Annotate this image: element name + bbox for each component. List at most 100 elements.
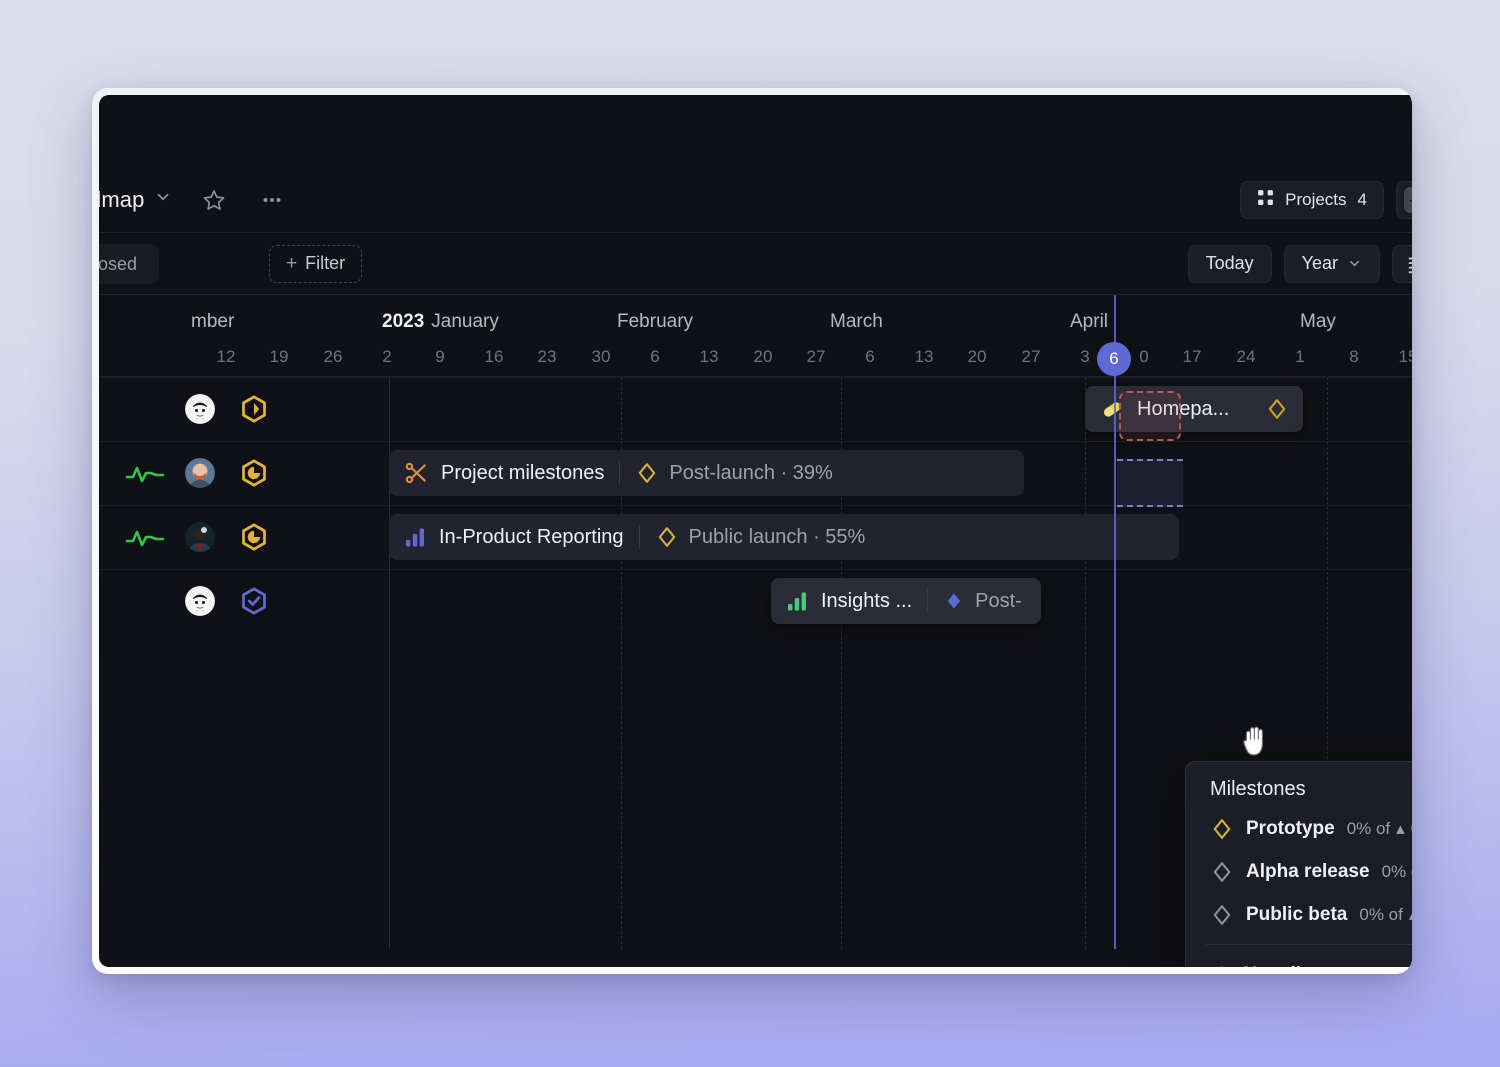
avatar[interactable] bbox=[185, 522, 215, 552]
plus-icon: + bbox=[286, 252, 298, 274]
project-title: Project milestones bbox=[441, 461, 605, 484]
triangle-icon: ▴ bbox=[1409, 905, 1412, 925]
chevron-down-icon[interactable] bbox=[154, 188, 172, 211]
timeline-month-label: 2023 January bbox=[382, 311, 499, 333]
timeline-header: mber 2023 January February March April May 12 19… bbox=[99, 295, 1412, 377]
app-window: dmap Projects 4 bbox=[92, 88, 1412, 974]
milestone-row-no-milestone[interactable]: No milestone 13% of ▴ 8 bbox=[1186, 953, 1412, 967]
add-filter-label: Filter bbox=[305, 253, 346, 273]
table-row[interactable] bbox=[99, 377, 297, 441]
project-bar[interactable]: Homepa... bbox=[1085, 386, 1303, 432]
triangle-icon: ▴ bbox=[1396, 818, 1405, 838]
diamond-outline-icon[interactable] bbox=[1265, 397, 1289, 421]
table-row[interactable] bbox=[99, 505, 297, 569]
milestones-popover-title: Milestones bbox=[1210, 778, 1306, 800]
today-marker[interactable]: 6 bbox=[1097, 342, 1131, 376]
projects-button[interactable]: Projects 4 bbox=[1240, 180, 1384, 219]
hexagon-started-icon[interactable] bbox=[239, 394, 269, 424]
milestone-row[interactable]: Public beta0% of▴028 Ap bbox=[1186, 893, 1412, 936]
milestone-row[interactable]: Prototype0% of▴012 Apr bbox=[1186, 807, 1412, 850]
timeline-day-tick: 1 bbox=[1295, 347, 1305, 366]
diamond-outline-icon bbox=[1210, 817, 1234, 841]
grid-dots-icon bbox=[1257, 189, 1274, 211]
milestone-progress: 0% of▴0 bbox=[1359, 905, 1412, 925]
timeline-day-tick: 19 bbox=[269, 347, 289, 366]
milestone-progress-text: 0% of bbox=[1381, 861, 1412, 881]
project-milestone-text: Public launch · 55% bbox=[688, 525, 866, 548]
pulse-icon bbox=[1404, 186, 1412, 213]
timeline-day-tick: 3 bbox=[1080, 347, 1090, 366]
timeline-year-label: 2023 bbox=[382, 311, 425, 332]
bar-chart-icon-green bbox=[785, 589, 809, 613]
projects-count: 4 bbox=[1357, 189, 1367, 209]
range-select-label: Year bbox=[1301, 253, 1338, 273]
bar-divider bbox=[638, 525, 640, 549]
timeline-day-tick: 2 bbox=[382, 347, 392, 366]
timeline-month-label: May bbox=[1300, 311, 1336, 332]
star-icon[interactable] bbox=[198, 184, 230, 216]
health-sparkline-icon bbox=[125, 462, 165, 484]
filter-bar-right-group: Today Year bbox=[1187, 244, 1412, 283]
milestone-progress-text: 13% of bbox=[1374, 965, 1412, 968]
project-bar[interactable]: In-Product Reporting Public launch · 55% bbox=[389, 514, 1179, 560]
window-titlebar bbox=[99, 95, 1412, 167]
milestone-row[interactable]: Alpha release0% of▴021 bbox=[1186, 850, 1412, 893]
timeline-month-label: March bbox=[830, 311, 883, 332]
diamond-filled-icon bbox=[943, 590, 965, 612]
project-title: Insights ... bbox=[821, 589, 913, 612]
tab-closed[interactable]: Closed bbox=[99, 250, 153, 278]
dotted-circle-icon bbox=[1210, 964, 1231, 967]
timeline-day-tick: 6 bbox=[650, 347, 660, 366]
today-button-label: Today bbox=[1205, 253, 1254, 273]
avatar[interactable] bbox=[185, 394, 215, 424]
hexagon-half-icon[interactable] bbox=[239, 458, 269, 488]
diamond-outline-icon bbox=[635, 461, 659, 485]
purple-dashed-drop-zone bbox=[1117, 459, 1183, 507]
header-right-group: Projects 4 bbox=[1240, 180, 1412, 219]
timeline-day-tick: 26 bbox=[323, 347, 343, 366]
timeline-day-tick: 20 bbox=[967, 347, 987, 366]
table-row[interactable] bbox=[99, 569, 297, 633]
project-bar[interactable]: Project milestones Post-launch · 39% bbox=[389, 450, 1024, 496]
filter-bar: ve Closed + Filter Today Year bbox=[99, 233, 1412, 295]
project-milestone-text: Post- bbox=[975, 589, 1022, 612]
table-row[interactable] bbox=[99, 441, 297, 505]
health-sparkline-icon bbox=[125, 526, 165, 548]
today-button[interactable]: Today bbox=[1187, 244, 1272, 283]
milestones-popover[interactable]: Milestones Prototype0% of▴012 AprAlpha r… bbox=[1185, 761, 1412, 967]
project-milestone-summary: Public launch · 55% bbox=[655, 525, 866, 549]
project-milestone-summary: Post-launch · 39% bbox=[635, 461, 833, 485]
timeline-day-tick: 12 bbox=[216, 347, 236, 366]
hexagon-half-icon[interactable] bbox=[239, 522, 269, 552]
today-vertical-line bbox=[1114, 295, 1116, 949]
milestones-divider bbox=[1206, 944, 1412, 945]
milestone-progress: 0% of▴0 bbox=[1347, 819, 1412, 839]
milestone-name: Prototype bbox=[1246, 817, 1335, 839]
timeline-day-tick: 15 bbox=[1398, 347, 1412, 366]
timeline-day-tick: 0 bbox=[1139, 347, 1149, 366]
view-options-button[interactable] bbox=[1392, 244, 1412, 283]
activity-button[interactable] bbox=[1396, 180, 1412, 219]
list-lines-icon bbox=[1406, 253, 1412, 275]
timeline-day-tick: 6 bbox=[865, 347, 875, 366]
chevron-down-icon bbox=[1347, 256, 1362, 271]
hexagon-check-icon[interactable] bbox=[239, 586, 269, 616]
project-bar[interactable]: Insights ... Post- bbox=[771, 578, 1041, 624]
timeline-day-tick: 13 bbox=[699, 347, 719, 366]
ellipsis-icon[interactable] bbox=[256, 184, 288, 216]
avatar[interactable] bbox=[185, 586, 215, 616]
avatar[interactable] bbox=[185, 458, 215, 488]
timeline-day-tick: 27 bbox=[806, 347, 826, 366]
milestone-progress-text: 0% of bbox=[1359, 904, 1403, 924]
timeline-day-tick: 9 bbox=[435, 347, 445, 366]
range-select-button[interactable]: Year bbox=[1283, 244, 1380, 283]
milestone-name: Public beta bbox=[1246, 903, 1348, 925]
timeline-day-tick: 23 bbox=[537, 347, 557, 366]
add-filter-button[interactable]: + Filter bbox=[269, 244, 363, 283]
timeline-day-tick: 24 bbox=[1236, 347, 1256, 366]
milestone-issue-count: 0 bbox=[1411, 819, 1412, 839]
roadmap-timeline: mber 2023 January February March April May 12 19… bbox=[99, 295, 1412, 967]
red-dashed-drop-zone bbox=[1119, 391, 1181, 441]
scissors-icon bbox=[403, 460, 429, 486]
header-left-group: dmap bbox=[99, 184, 288, 216]
